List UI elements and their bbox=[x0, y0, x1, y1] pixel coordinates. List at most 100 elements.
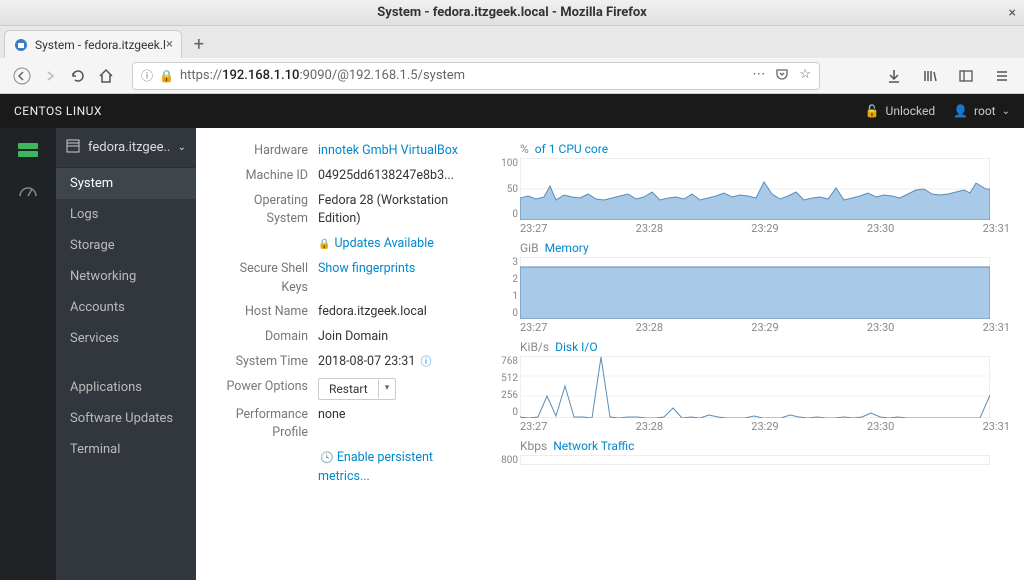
restart-button[interactable]: Restart▾ bbox=[318, 378, 396, 400]
ytick: 50 bbox=[494, 184, 518, 195]
ytick: 800 bbox=[494, 455, 518, 466]
ytick: 256 bbox=[494, 390, 518, 401]
tab-favicon bbox=[13, 37, 29, 53]
user-label: root bbox=[974, 104, 996, 118]
lock-icon: 🔒 bbox=[318, 239, 330, 250]
hostname-label: Host Name bbox=[210, 303, 318, 322]
cpu-title[interactable]: of 1 CPU core bbox=[535, 142, 608, 156]
info-icon[interactable]: ⓘ bbox=[420, 355, 431, 368]
updates-link[interactable]: Updates Available bbox=[334, 236, 433, 251]
restart-label: Restart bbox=[319, 380, 379, 398]
power-label: Power Options bbox=[210, 378, 318, 400]
ytick: 100 bbox=[494, 158, 518, 169]
cpu-xaxis: 23:2723:2823:2923:3023:31 bbox=[494, 220, 1010, 235]
reload-button[interactable] bbox=[64, 62, 92, 90]
clock-icon: 🕓 bbox=[320, 451, 334, 464]
browser-toolbar: ⓘ 🔒 https://192.168.1.10:9090/@192.168.1… bbox=[0, 58, 1024, 94]
user-menu[interactable]: 👤 root ⌄ bbox=[953, 104, 1010, 118]
main-layout: fedora.itzgee... ⌄ System Logs Storage N… bbox=[0, 128, 1024, 580]
lock-status[interactable]: 🔓 Unlocked bbox=[865, 104, 936, 118]
browser-tab[interactable]: System - fedora.itzgeek.l × bbox=[4, 30, 182, 58]
nav-terminal[interactable]: Terminal bbox=[56, 434, 196, 465]
unlock-icon: 🔓 bbox=[865, 104, 880, 118]
hostname-value: fedora.itzgeek.local bbox=[318, 303, 476, 322]
url-bar[interactable]: ⓘ 🔒 https://192.168.1.10:9090/@192.168.1… bbox=[132, 62, 820, 90]
perf-value: none bbox=[318, 406, 476, 444]
nav-updates[interactable]: Software Updates bbox=[56, 403, 196, 434]
window-close-icon[interactable]: × bbox=[1009, 5, 1016, 21]
home-button[interactable] bbox=[92, 62, 120, 90]
tab-close-icon[interactable]: × bbox=[166, 37, 173, 52]
tab-new-button[interactable]: + bbox=[184, 30, 214, 58]
metrics-link[interactable]: Enable persistent metrics... bbox=[318, 450, 433, 484]
nav-accounts[interactable]: Accounts bbox=[56, 292, 196, 323]
mem-title[interactable]: Memory bbox=[545, 241, 589, 255]
ytick: 1 bbox=[494, 291, 518, 302]
lock-exception-icon[interactable]: 🔒 bbox=[159, 69, 174, 83]
ytick: 0 bbox=[494, 407, 518, 418]
cpu-chart-svg bbox=[520, 158, 990, 220]
ytick: 512 bbox=[494, 373, 518, 384]
mem-chart-svg bbox=[520, 257, 990, 319]
menu-icon[interactable] bbox=[988, 62, 1016, 90]
info-icon[interactable]: ⓘ bbox=[141, 67, 153, 84]
tab-label: System - fedora.itzgeek.l bbox=[35, 38, 166, 52]
disk-title[interactable]: Disk I/O bbox=[555, 340, 598, 354]
chevron-down-icon: ⌄ bbox=[178, 142, 186, 153]
chart-network: Kbps Network Traffic 800 bbox=[494, 439, 1010, 465]
caret-down-icon[interactable]: ▾ bbox=[379, 382, 396, 396]
ssh-link[interactable]: Show fingerprints bbox=[318, 261, 415, 276]
charts-column: % of 1 CPU core 100 50 0 23:2723:2823:292… bbox=[494, 142, 1010, 580]
back-button[interactable] bbox=[8, 62, 36, 90]
host-icon bbox=[66, 139, 80, 157]
nav-logs[interactable]: Logs bbox=[56, 199, 196, 230]
forward-button[interactable] bbox=[36, 62, 64, 90]
browser-tab-bar: System - fedora.itzgeek.l × + bbox=[0, 26, 1024, 58]
domain-label: Domain bbox=[210, 328, 318, 347]
window-titlebar: System - fedora.itzgeek.local - Mozilla … bbox=[0, 0, 1024, 26]
system-info-panel: Hardwareinnotek GmbH VirtualBox Machine … bbox=[210, 142, 476, 580]
hardware-value[interactable]: innotek GmbH VirtualBox bbox=[318, 143, 458, 158]
nav-applications[interactable]: Applications bbox=[56, 372, 196, 403]
net-unit: Kbps bbox=[520, 439, 547, 455]
disk-xaxis: 23:2723:2823:2923:3023:31 bbox=[494, 418, 1010, 433]
brand-label: CENTOS LINUX bbox=[14, 104, 102, 118]
bookmark-icon[interactable]: ☆ bbox=[799, 67, 811, 85]
nav-storage[interactable]: Storage bbox=[56, 230, 196, 261]
url-text: https://192.168.1.10:9090/@192.168.1.5/s… bbox=[180, 68, 752, 83]
perf-label: Performance Profile bbox=[210, 406, 318, 444]
host-picker[interactable]: fedora.itzgee... ⌄ bbox=[56, 128, 196, 168]
user-icon: 👤 bbox=[953, 104, 968, 118]
unlock-label: Unlocked bbox=[886, 104, 936, 118]
chart-memory: GiB Memory 3 2 1 0 23:2723:2823:2923:3023… bbox=[494, 241, 1010, 334]
ytick: 3 bbox=[494, 257, 518, 268]
library-icon[interactable] bbox=[916, 62, 944, 90]
ytick: 2 bbox=[494, 274, 518, 285]
ytick: 768 bbox=[494, 356, 518, 367]
machineid-label: Machine ID bbox=[210, 167, 318, 186]
pocket-icon[interactable] bbox=[775, 67, 789, 85]
nav-system[interactable]: System bbox=[56, 168, 196, 199]
nav-rail bbox=[0, 128, 56, 580]
cpu-unit: % bbox=[520, 142, 529, 158]
chart-cpu: %of 1 CPU core 100 50 0 23:2723:2823:292… bbox=[494, 142, 1010, 235]
content-area: Hardwareinnotek GmbH VirtualBox Machine … bbox=[196, 128, 1024, 580]
server-icon[interactable] bbox=[14, 140, 42, 160]
disk-chart-svg bbox=[520, 356, 990, 418]
chevron-down-icon: ⌄ bbox=[1002, 106, 1010, 117]
disk-unit: KiB/s bbox=[520, 340, 549, 356]
ytick: 0 bbox=[494, 308, 518, 319]
downloads-icon[interactable] bbox=[880, 62, 908, 90]
ssh-label: Secure Shell Keys bbox=[210, 260, 318, 298]
dashboard-icon[interactable] bbox=[14, 180, 42, 200]
mem-unit: GiB bbox=[520, 241, 539, 257]
net-title[interactable]: Network Traffic bbox=[553, 439, 634, 453]
domain-value[interactable]: Join Domain bbox=[318, 328, 476, 347]
nav-networking[interactable]: Networking bbox=[56, 261, 196, 292]
mem-xaxis: 23:2723:2823:2923:3023:31 bbox=[494, 319, 1010, 334]
page-actions-icon[interactable]: ⋯ bbox=[752, 67, 765, 85]
sidebar-icon[interactable] bbox=[952, 62, 980, 90]
host-label: fedora.itzgee... bbox=[88, 140, 170, 155]
nav-services[interactable]: Services bbox=[56, 323, 196, 354]
chart-disk: KiB/s Disk I/O 768 512 256 0 bbox=[494, 340, 1010, 433]
